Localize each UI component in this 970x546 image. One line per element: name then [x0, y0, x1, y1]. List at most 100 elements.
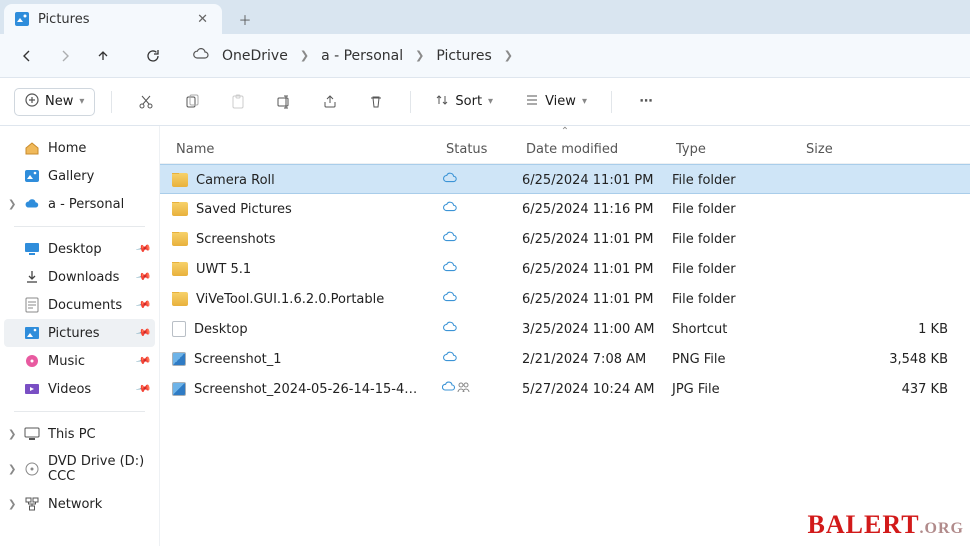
sidebar-item-desktop[interactable]: Desktop📌	[4, 235, 155, 263]
pin-icon: 📌	[135, 269, 152, 285]
cell-status	[442, 380, 522, 398]
close-tab-button[interactable]: ✕	[193, 10, 212, 29]
copy-button[interactable]	[174, 84, 210, 120]
more-button[interactable]: ⋯	[628, 84, 664, 120]
breadcrumb[interactable]: OneDrive ❯ a - Personal ❯ Pictures ❯	[192, 47, 513, 65]
sidebar-item-label: Music	[48, 354, 85, 369]
sidebar-item-label: Gallery	[48, 169, 94, 184]
sidebar-item-documents[interactable]: Documents 📌	[4, 291, 155, 319]
collapse-handle[interactable]: ⌃	[160, 126, 970, 136]
cell-status	[442, 200, 522, 218]
sidebar-item-pictures[interactable]: Pictures📌	[4, 319, 155, 347]
cell-type: JPG File	[672, 382, 802, 397]
nav-back-button[interactable]	[16, 45, 38, 67]
file-name: Desktop	[194, 322, 248, 337]
tab-pictures[interactable]: Pictures ✕	[4, 4, 222, 34]
file-row[interactable]: Screenshot_12/21/2024 7:08 AMPNG File3,5…	[160, 344, 970, 374]
file-row[interactable]: Saved Pictures6/25/2024 11:16 PMFile fol…	[160, 194, 970, 224]
share-button[interactable]	[312, 84, 348, 120]
col-name[interactable]: Name	[172, 142, 442, 157]
sidebar-item-music[interactable]: Music📌	[4, 347, 155, 375]
col-date[interactable]: Date modified	[522, 142, 672, 157]
sidebar-item-label: This PC	[48, 427, 96, 442]
cloud-status-icon	[442, 290, 458, 308]
column-headers[interactable]: Name Status Date modified Type Size	[160, 136, 970, 164]
paste-button[interactable]	[220, 84, 256, 120]
refresh-button[interactable]	[142, 45, 164, 67]
folder-icon	[172, 232, 188, 246]
downloads-icon	[24, 269, 40, 285]
sidebar-item-label: Home	[48, 141, 86, 156]
cell-date: 3/25/2024 11:00 AM	[522, 322, 672, 337]
cloud-status-icon	[442, 320, 458, 338]
cell-type: File folder	[672, 292, 802, 307]
address-bar: OneDrive ❯ a - Personal ❯ Pictures ❯	[0, 34, 970, 78]
sidebar-item-label: Downloads	[48, 270, 119, 285]
new-tab-button[interactable]: ＋	[230, 4, 260, 34]
delete-button[interactable]	[358, 84, 394, 120]
new-button[interactable]: New ▾	[14, 88, 95, 116]
sidebar-item-this-pc[interactable]: ❯This PC	[4, 420, 155, 448]
nav-forward-button[interactable]	[54, 45, 76, 67]
sidebar-item-dvd-drive-d-ccc[interactable]: ❯DVD Drive (D:) CCC	[4, 448, 155, 490]
file-row[interactable]: Screenshots6/25/2024 11:01 PMFile folder	[160, 224, 970, 254]
file-name: Saved Pictures	[196, 202, 292, 217]
file-row[interactable]: ViVeTool.GUI.1.6.2.0.Portable6/25/2024 1…	[160, 284, 970, 314]
sidebar-item-network[interactable]: ❯Network	[4, 490, 155, 518]
file-row[interactable]: Camera Roll6/25/2024 11:01 PMFile folder	[160, 164, 970, 194]
breadcrumb-item-1[interactable]: a - Personal	[321, 48, 403, 64]
file-name: ViVeTool.GUI.1.6.2.0.Portable	[196, 292, 384, 307]
network-icon	[24, 496, 40, 512]
desktop-icon	[24, 241, 40, 257]
chevron-right-icon: ❯	[8, 199, 16, 210]
cell-name: Desktop	[172, 321, 442, 337]
sidebar-item-label: DVD Drive (D:) CCC	[48, 454, 147, 484]
cell-type: Shortcut	[672, 322, 802, 337]
cut-button[interactable]	[128, 84, 164, 120]
tab-strip: Pictures ✕ ＋	[0, 0, 970, 34]
file-name: UWT 5.1	[196, 262, 251, 277]
sidebar-item-label: Videos	[48, 382, 91, 397]
cell-date: 6/25/2024 11:01 PM	[522, 262, 672, 277]
sidebar-item-label: a - Personal	[48, 197, 124, 212]
videos-icon	[24, 381, 40, 397]
breadcrumb-item-0[interactable]: OneDrive	[222, 48, 288, 64]
cell-name: Screenshot_1	[172, 352, 442, 367]
col-size[interactable]: Size	[802, 142, 958, 157]
file-row[interactable]: UWT 5.16/25/2024 11:01 PMFile folder	[160, 254, 970, 284]
cell-type: File folder	[672, 173, 802, 188]
cell-type: PNG File	[672, 352, 802, 367]
file-row[interactable]: Desktop3/25/2024 11:00 AMShortcut1 KB	[160, 314, 970, 344]
cell-status	[442, 350, 522, 368]
cell-type: File folder	[672, 202, 802, 217]
col-status[interactable]: Status	[442, 142, 522, 157]
sidebar-item-a-personal[interactable]: ❯ a - Personal	[4, 190, 155, 218]
pin-icon: 📌	[135, 297, 152, 313]
sidebar-item-home[interactable]: Home	[4, 134, 155, 162]
chevron-right-icon: ❯	[8, 499, 16, 510]
sidebar-item-label: Documents	[48, 298, 122, 313]
folder-icon	[172, 292, 188, 306]
chevron-down-icon: ▾	[79, 96, 84, 107]
chevron-down-icon: ▾	[582, 96, 587, 107]
cell-type: File folder	[672, 232, 802, 247]
cell-date: 5/27/2024 10:24 AM	[522, 382, 672, 397]
toolbar: New ▾ Sort ▾ View ▾	[0, 78, 970, 126]
breadcrumb-item-2[interactable]: Pictures	[436, 48, 491, 64]
cell-status	[442, 290, 522, 308]
sidebar-item-videos[interactable]: Videos📌	[4, 375, 155, 403]
cloud-status-icon	[442, 350, 458, 368]
cloud-status-icon	[442, 230, 458, 248]
sidebar-item-downloads[interactable]: Downloads 📌	[4, 263, 155, 291]
toolbar-separator	[111, 91, 112, 113]
nav-up-button[interactable]	[92, 45, 114, 67]
sort-button[interactable]: Sort ▾	[427, 89, 501, 115]
sidebar-item-gallery[interactable]: Gallery	[4, 162, 155, 190]
file-list: ⌃ Name Status Date modified Type Size Ca…	[160, 126, 970, 546]
sidebar-separator	[14, 226, 145, 227]
file-row[interactable]: Screenshot_2024-05-26-14-15-47-963_com.m…	[160, 374, 970, 404]
chevron-down-icon: ▾	[488, 96, 493, 107]
col-type[interactable]: Type	[672, 142, 802, 157]
view-button[interactable]: View ▾	[517, 89, 595, 115]
rename-button[interactable]	[266, 84, 302, 120]
